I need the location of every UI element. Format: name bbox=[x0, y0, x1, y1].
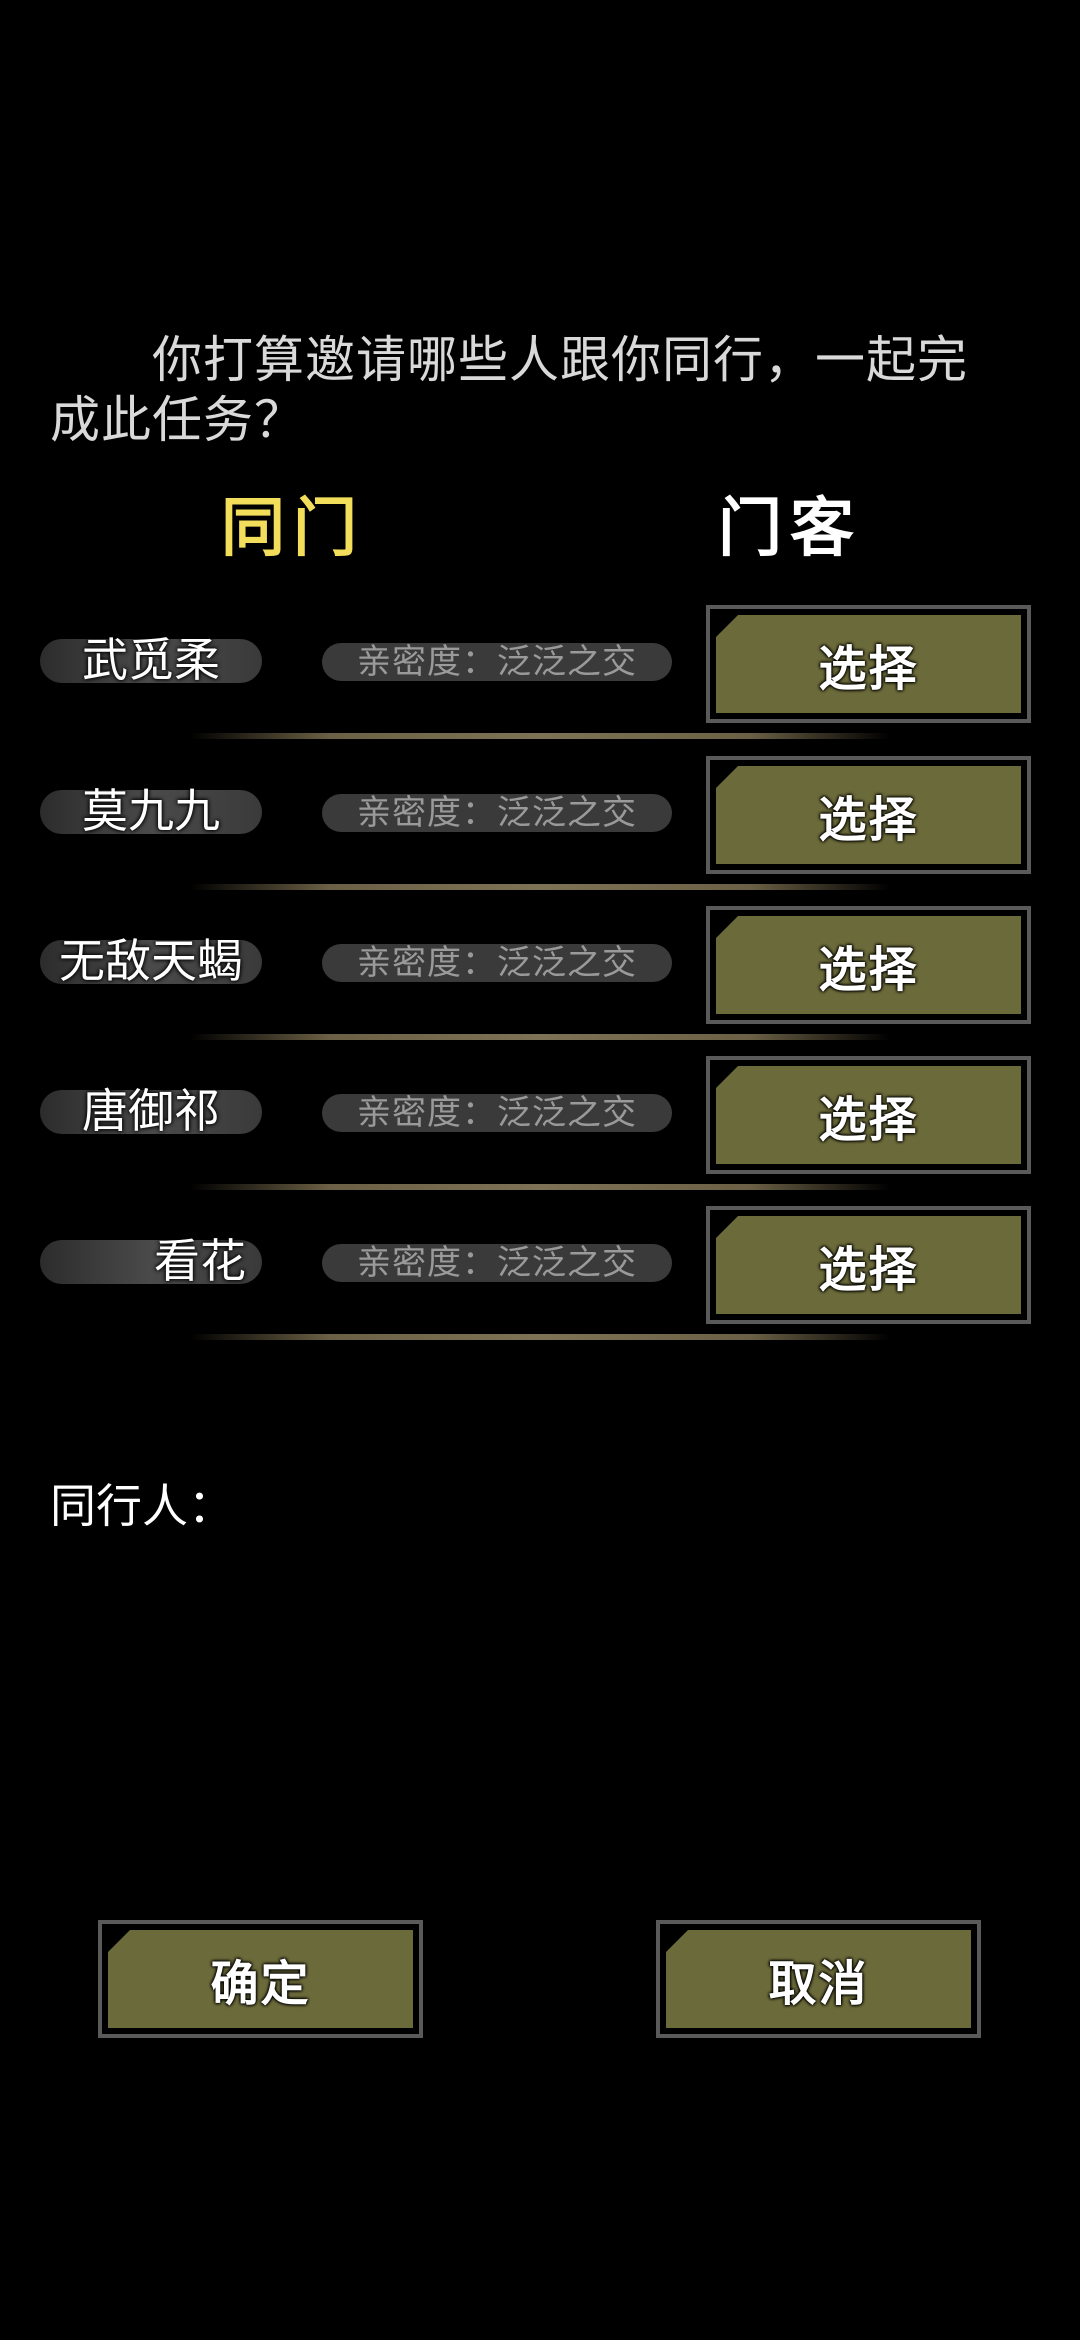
button-face: 确定 bbox=[108, 1930, 413, 2028]
confirm-button-label: 确定 bbox=[210, 1956, 311, 2012]
divider bbox=[190, 733, 890, 739]
select-button-label: 选择 bbox=[818, 942, 919, 998]
list-item: 无敌天蝎 亲密度：泛泛之交 选择 bbox=[0, 896, 1080, 1046]
tab-fellow-disciples[interactable]: 同门 bbox=[148, 484, 438, 574]
button-face: 选择 bbox=[716, 916, 1021, 1014]
button-face: 选择 bbox=[716, 615, 1021, 713]
button-face: 选择 bbox=[716, 1216, 1021, 1314]
button-face: 选择 bbox=[716, 766, 1021, 864]
confirm-button[interactable]: 确定 bbox=[98, 1920, 423, 2038]
select-button[interactable]: 选择 bbox=[706, 756, 1031, 874]
button-face: 取消 bbox=[666, 1930, 971, 2028]
affinity-label: 亲密度：泛泛之交 bbox=[357, 1243, 637, 1283]
list-item: 唐御祁 亲密度：泛泛之交 选择 bbox=[0, 1046, 1080, 1196]
affinity-label: 亲密度：泛泛之交 bbox=[357, 642, 637, 682]
divider bbox=[190, 1184, 890, 1190]
select-button[interactable]: 选择 bbox=[706, 605, 1031, 723]
affinity-label: 亲密度：泛泛之交 bbox=[357, 793, 637, 833]
list-item: 看花 亲密度：泛泛之交 选择 bbox=[0, 1196, 1080, 1346]
button-face: 选择 bbox=[716, 1066, 1021, 1164]
affinity-label: 亲密度：泛泛之交 bbox=[357, 1093, 637, 1133]
tab-retainers[interactable]: 门客 bbox=[690, 484, 890, 574]
list-item: 莫九九 亲密度：泛泛之交 选择 bbox=[0, 746, 1080, 896]
divider bbox=[190, 1334, 890, 1340]
invite-prompt: 你打算邀请哪些人跟你同行，一起完成此任务？ bbox=[50, 331, 968, 449]
member-name: 莫九九 bbox=[82, 784, 220, 838]
cancel-button[interactable]: 取消 bbox=[656, 1920, 981, 2038]
select-button-label: 选择 bbox=[818, 1242, 919, 1298]
select-button-label: 选择 bbox=[818, 641, 919, 697]
divider bbox=[190, 884, 890, 890]
divider bbox=[190, 1034, 890, 1040]
member-name: 无敌天蝎 bbox=[59, 934, 243, 988]
cancel-button-label: 取消 bbox=[768, 1956, 869, 2012]
select-button-label: 选择 bbox=[818, 792, 919, 848]
affinity-label: 亲密度：泛泛之交 bbox=[357, 943, 637, 983]
select-button-label: 选择 bbox=[818, 1092, 919, 1148]
select-button[interactable]: 选择 bbox=[706, 906, 1031, 1024]
select-button[interactable]: 选择 bbox=[706, 1056, 1031, 1174]
member-name: 唐御祁 bbox=[82, 1084, 220, 1138]
select-button[interactable]: 选择 bbox=[706, 1206, 1031, 1324]
companions-label: 同行人： bbox=[50, 1479, 234, 1533]
list-item: 武觅柔 亲密度：泛泛之交 选择 bbox=[0, 595, 1080, 745]
member-name: 看花 bbox=[154, 1234, 246, 1288]
member-name: 武觅柔 bbox=[82, 633, 220, 687]
